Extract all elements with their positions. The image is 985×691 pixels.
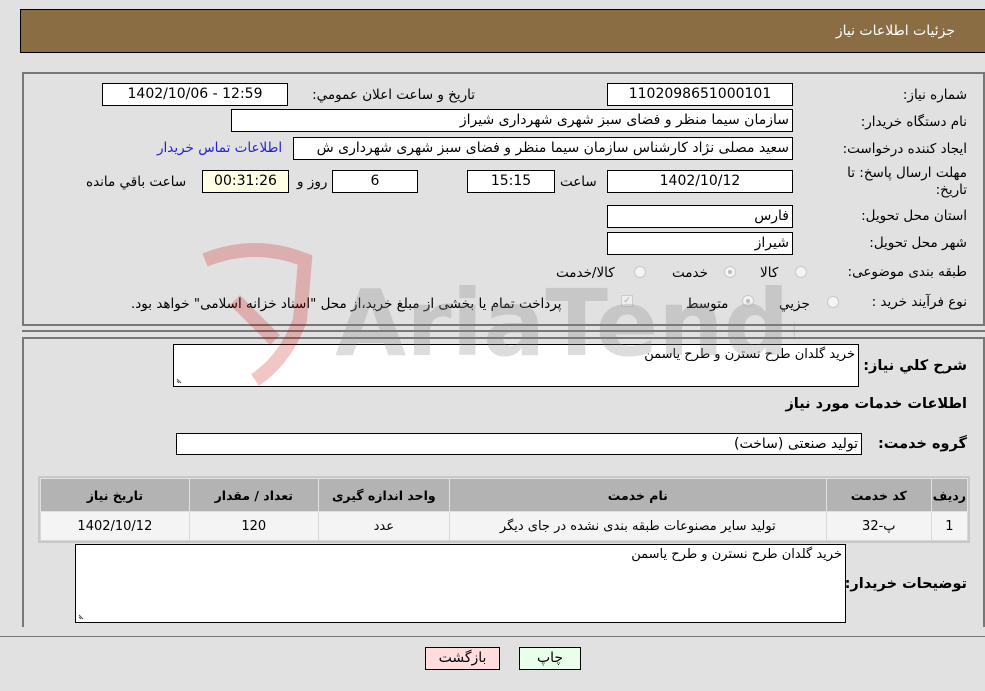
remaining-time-label: ساعت باقي مانده: [86, 174, 187, 190]
announce-datetime-field[interactable]: 1402/10/06 - 12:59: [102, 83, 288, 106]
items-table: ردیف کد خدمت نام خدمت واحد اندازه گیری ت…: [40, 478, 969, 541]
need-number-field[interactable]: 1102098651000101: [607, 83, 793, 106]
cell-service-name: تولید سایر مصنوعات طبقه بندی نشده در جای…: [448, 511, 827, 541]
buyer-notes-text: خرید گلدان طرح نسترن و طرح یاسمن: [631, 547, 842, 562]
page-title: جزئیات اطلاعات نیاز: [835, 23, 955, 39]
buyer-org-field[interactable]: سازمان سیما منظر و فضای سبز شهری شهرداری…: [231, 109, 793, 132]
city-label: شهر محل تحویل:: [869, 235, 967, 251]
category-option-goods-service: کالا/خدمت: [556, 265, 615, 281]
cell-row-number: 1: [930, 511, 969, 541]
cell-quantity: 120: [188, 511, 319, 541]
general-desc-textarea[interactable]: خرید گلدان طرح نسترن و طرح یاسمن: [173, 344, 859, 387]
table-row: 1 پ-32 تولید سایر مصنوعات طبقه بندی نشده…: [40, 511, 969, 541]
category-radio-goods[interactable]: [795, 266, 807, 278]
deadline-days-field[interactable]: 6: [332, 170, 418, 193]
requester-label: ایجاد کننده درخواست:: [842, 141, 967, 157]
col-header-row-number: ردیف: [930, 478, 969, 512]
buyer-notes-textarea[interactable]: خرید گلدان طرح نسترن و طرح یاسمن: [75, 544, 846, 623]
announce-datetime-label: تاریخ و ساعت اعلان عمومي:: [312, 87, 475, 103]
general-desc-text: خرید گلدان طرح نسترن و طرح یاسمن: [644, 347, 855, 362]
remaining-time-field: 00:31:26: [202, 170, 289, 193]
city-field[interactable]: شیراز: [607, 232, 793, 255]
buyer-notes-label: توضیحات خریدار:: [844, 576, 967, 592]
treasury-checkbox[interactable]: ✓: [621, 295, 633, 307]
services-heading: اطلاعات خدمات مورد نیاز: [785, 396, 967, 412]
items-table-container: ردیف کد خدمت نام خدمت واحد اندازه گیری ت…: [38, 476, 970, 543]
back-button[interactable]: بازگشت: [425, 647, 500, 670]
divider: [22, 324, 985, 326]
category-radio-service[interactable]: [724, 266, 736, 278]
treasury-note: پرداخت تمام یا بخشی از مبلغ خرید،از محل …: [131, 296, 562, 312]
deadline-time-field[interactable]: 15:15: [467, 170, 555, 193]
purchase-option-minor: جزيي: [779, 296, 810, 312]
service-group-label: گروه خدمت:: [877, 436, 967, 452]
category-option-goods: کالا: [760, 265, 779, 281]
need-number-label: شماره نیاز:: [902, 87, 967, 103]
purchase-option-medium: متوسط: [686, 296, 729, 312]
table-header-row: ردیف کد خدمت نام خدمت واحد اندازه گیری ت…: [40, 478, 969, 512]
province-field[interactable]: فارس: [607, 205, 793, 228]
purchase-type-label: نوع فرآیند خرید :: [871, 294, 967, 310]
deadline-days-label: روز و: [297, 174, 328, 190]
col-header-quantity: تعداد / مقدار: [188, 478, 319, 512]
cell-need-date: 1402/10/12: [40, 511, 190, 541]
col-header-unit: واحد اندازه گیری: [317, 478, 450, 512]
cell-service-code: پ-32: [825, 511, 932, 541]
resize-handle-icon[interactable]: [176, 376, 184, 384]
resize-handle-icon[interactable]: [78, 612, 86, 620]
divider: [22, 330, 985, 332]
col-header-service-name: نام خدمت: [448, 478, 827, 512]
category-option-service: خدمت: [672, 265, 708, 281]
cell-unit: عدد: [317, 511, 450, 541]
purchase-radio-minor[interactable]: [827, 296, 839, 308]
page-header: جزئیات اطلاعات نیاز: [20, 9, 985, 53]
buyer-contact-link[interactable]: اطلاعات تماس خریدار: [157, 140, 282, 156]
buyer-org-label: نام دستگاه خریدار:: [860, 114, 967, 130]
requester-field[interactable]: سعید مصلی نژاد کارشناس سازمان سیما منظر …: [293, 137, 793, 160]
service-group-field[interactable]: تولید صنعتی (ساخت): [176, 433, 862, 455]
deadline-date-field[interactable]: 1402/10/12: [607, 170, 793, 193]
category-radio-goods-service[interactable]: [634, 266, 646, 278]
category-label: طبقه بندی موضوعی:: [847, 264, 967, 280]
footer-divider: [0, 636, 985, 637]
deadline-label-line2: تاریخ:: [935, 182, 967, 198]
col-header-need-date: تاریخ نیاز: [40, 478, 190, 512]
deadline-time-label: ساعت: [560, 174, 597, 190]
general-desc-label: شرح کلي نیاز:: [863, 358, 967, 374]
print-button[interactable]: چاپ: [519, 647, 581, 670]
province-label: استان محل تحویل:: [861, 208, 967, 224]
col-header-service-code: کد خدمت: [825, 478, 932, 512]
purchase-radio-medium[interactable]: [742, 295, 754, 307]
deadline-label-line1: مهلت ارسال پاسخ: تا: [847, 165, 967, 181]
